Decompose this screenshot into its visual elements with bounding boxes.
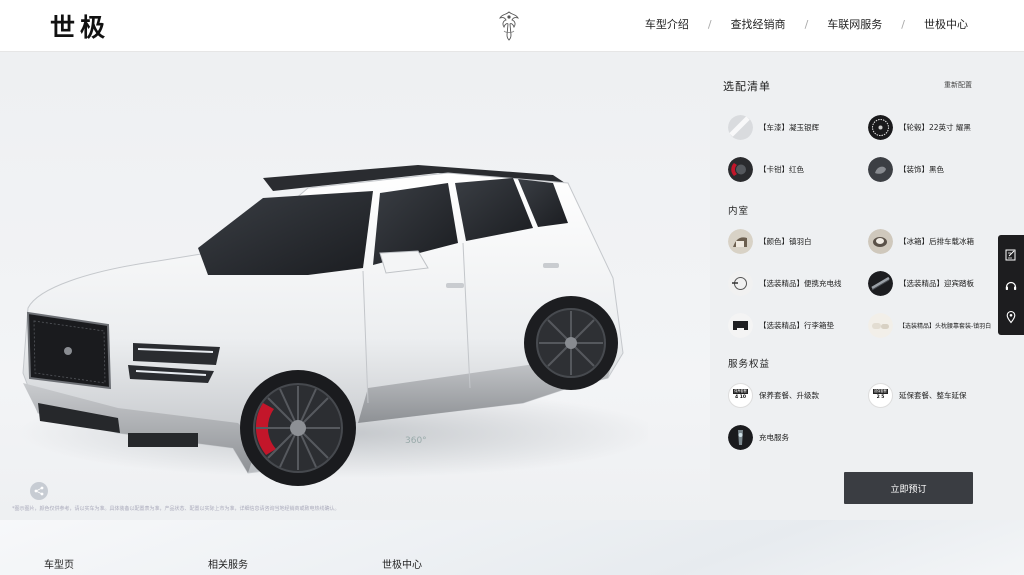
main-nav: 车型介绍 / 查找经销商 / 车联网服务 / 世极中心 [645,16,968,32]
option-label: 充电服务 [759,432,789,442]
option-headrest[interactable]: 【选装精品】头枕腰靠套装-镇羽白 [868,312,991,338]
option-label: 【装饰】黑色 [899,164,944,174]
option-interior-color[interactable]: 【颜色】镇羽白 [728,228,812,254]
rotate-360-label: 360° [405,436,427,446]
nav-separator: / [901,17,905,31]
disclaimer-text: *图示图片，颜色仅供参考，请以实车为准。具体装备以配置表为准，产品状态、配置以实… [12,506,340,512]
services-section-title: 服务权益 [728,359,771,370]
footer-link-models[interactable]: 车型页 [44,556,74,571]
warranty-icon: 延保套餐 2 5 [868,382,893,408]
option-caliper[interactable]: 【卡钳】红色 [728,156,804,182]
service-maintenance[interactable]: 保养套餐 4 10 保养套餐、升级款 [728,382,819,408]
nav-dealers[interactable]: 查找经销商 [731,16,786,32]
option-paint[interactable]: 【车漆】凝玉银辉 [728,114,819,140]
brand-logo[interactable]: 世极 [50,8,110,44]
nav-connected-services[interactable]: 车联网服务 [827,16,882,32]
option-label: 【选装精品】便携充电线 [759,278,842,288]
fridge-icon [868,228,893,254]
location-pin-icon [1006,310,1016,323]
trunk-mat-icon [728,312,753,338]
rotate-360-hint[interactable]: 360° [405,436,427,446]
option-label: 【轮毂】22英寸 耀黑 [899,122,971,132]
option-label: 【选装精品】头枕腰靠套装-镇羽白 [899,322,992,330]
interior-color-icon [728,228,753,254]
nav-models[interactable]: 车型介绍 [645,16,689,32]
footer: 车型页 相关服务 世极中心 [0,520,1024,575]
headrest-icon [868,312,893,338]
share-icon [34,486,44,496]
paint-swatch-icon [728,114,753,140]
service-warranty[interactable]: 延保套餐 2 5 延保套餐、整车延保 [868,382,967,408]
maintenance-badge-bottom: 4 10 [735,395,746,400]
service-charging[interactable]: 充电服务 [728,424,789,450]
option-wheel[interactable]: 【轮毂】22英寸 耀黑 [868,114,971,140]
option-label: 【颜色】镇羽白 [759,236,812,246]
nav-brand-center[interactable]: 世极中心 [924,16,968,32]
option-label: 延保套餐、整车延保 [899,390,967,400]
option-label: 【车漆】凝玉银辉 [759,122,819,132]
top-navigation-bar: 世极 车型介绍 / 查找经销商 / 车联网服务 / 世极中心 [0,0,1024,52]
option-fridge[interactable]: 【冰箱】后排车载冰箱 [868,228,974,254]
option-trim[interactable]: 【装饰】黑色 [868,156,944,182]
reset-config-link[interactable]: 重新配置 [944,80,972,90]
option-charging-cable[interactable]: 【选装精品】便携充电线 [728,270,842,296]
order-now-button[interactable]: 立即预订 [844,472,973,504]
config-list-title: 选配清单 [723,80,771,93]
car-preview-stage[interactable]: 360° *图示图片，颜色仅供参考，请以实车为准。具体装备以配置表为准，产品状态… [0,53,710,520]
footer-link-services[interactable]: 相关服务 [208,556,248,571]
option-label: 【卡钳】红色 [759,164,804,174]
caliper-icon [728,156,753,182]
welcome-pedal-icon [868,270,893,296]
headset-icon [1005,281,1017,290]
phoenix-emblem-icon[interactable] [496,9,522,43]
nav-separator: / [707,17,712,31]
option-trunk-mat[interactable]: 【选装精品】行李箱垫 [728,312,834,338]
footer-link-brand-center[interactable]: 世极中心 [382,556,422,571]
configuration-summary-panel: 选配清单 重新配置 【车漆】凝玉银辉 【轮毂】22英寸 耀黑 【卡钳】红色 【装… [710,53,1024,520]
form-edit-icon [1005,249,1016,261]
option-label: 【选装精品】行李箱垫 [759,320,834,330]
trim-icon [868,156,893,182]
option-label: 【选装精品】迎宾踏板 [899,278,974,288]
wheel-icon [868,114,893,140]
charging-service-icon [728,424,753,450]
charging-cable-icon [728,270,753,296]
nav-separator: / [804,17,809,31]
customer-service-button[interactable] [1004,278,1018,292]
dealer-location-button[interactable] [1004,309,1018,323]
warranty-badge-bottom: 2 5 [876,395,885,400]
interior-section-title: 内室 [728,206,750,217]
suv-car-image[interactable] [8,103,648,503]
option-welcome-pedal[interactable]: 【选装精品】迎宾踏板 [868,270,974,296]
option-label: 保养套餐、升级款 [759,390,819,400]
option-label: 【冰箱】后排车载冰箱 [899,236,974,246]
share-button[interactable] [30,482,48,500]
floating-tool-bar [998,235,1024,335]
maintenance-icon: 保养套餐 4 10 [728,382,753,408]
test-drive-button[interactable] [1004,247,1018,261]
